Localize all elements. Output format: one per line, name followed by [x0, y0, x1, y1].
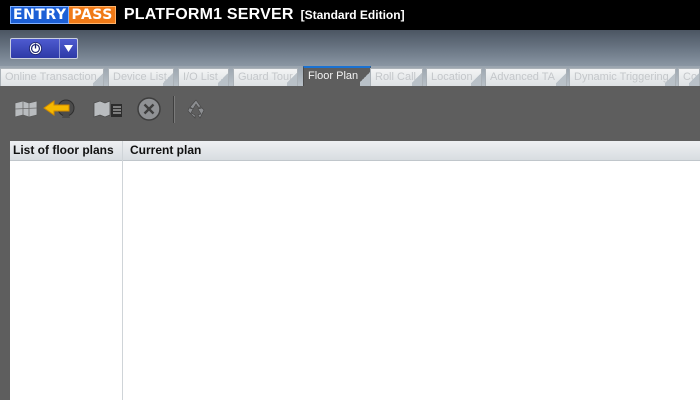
floor-list-icon — [93, 100, 122, 118]
toolbar-separator — [173, 96, 174, 123]
title-bar: ENTRY PASS PLATFORM1 SERVER [Standard Edi… — [0, 0, 700, 30]
close-button[interactable] — [135, 96, 163, 122]
floor-map-button[interactable] — [12, 96, 40, 122]
close-circle-icon — [137, 97, 161, 121]
entrypass-logo: ENTRY PASS — [10, 6, 116, 24]
tab-floor-plan[interactable]: Floor Plan — [303, 66, 371, 86]
refresh-icon — [187, 99, 205, 119]
logo-part-pass: PASS — [69, 6, 116, 24]
back-arrow-icon — [43, 99, 75, 118]
tab-con[interactable]: Con — [678, 68, 700, 86]
toolbar — [0, 86, 700, 134]
left-margin-strip — [0, 134, 10, 400]
back-button[interactable] — [42, 96, 78, 122]
power-icon — [11, 39, 60, 58]
dropdown-arrow-icon — [60, 45, 77, 52]
floor-plan-list-header: List of floor plans — [10, 141, 122, 161]
power-menu-button[interactable] — [10, 38, 78, 59]
tab-bar: Online Transaction Device List I/O List … — [0, 66, 700, 86]
logo-part-entry: ENTRY — [10, 6, 70, 24]
content-area: List of floor plans Current plan — [0, 134, 700, 400]
edition-label: [Standard Edition] — [300, 8, 405, 22]
current-plan-panel[interactable]: Current plan — [123, 141, 700, 400]
menu-bar — [0, 30, 700, 66]
floor-plan-list-panel[interactable]: List of floor plans — [10, 141, 123, 400]
app-title: PLATFORM1 SERVER — [123, 6, 294, 23]
tab-location[interactable]: Location — [426, 68, 482, 86]
tab-online-transaction[interactable]: Online Transaction — [0, 68, 104, 86]
tab-guard-tour[interactable]: Guard Tour — [233, 68, 298, 86]
tab-advanced-ta[interactable]: Advanced TA — [485, 68, 567, 86]
tab-device-list[interactable]: Device List — [108, 68, 174, 86]
tab-dynamic-triggering[interactable]: Dynamic Triggering — [569, 68, 676, 86]
floor-list-button[interactable] — [92, 96, 124, 122]
refresh-button[interactable] — [182, 96, 210, 122]
floor-map-icon — [14, 100, 38, 118]
tab-roll-call[interactable]: Roll Call — [370, 68, 423, 86]
current-plan-header: Current plan — [123, 141, 700, 161]
tab-io-list[interactable]: I/O List — [178, 68, 229, 86]
